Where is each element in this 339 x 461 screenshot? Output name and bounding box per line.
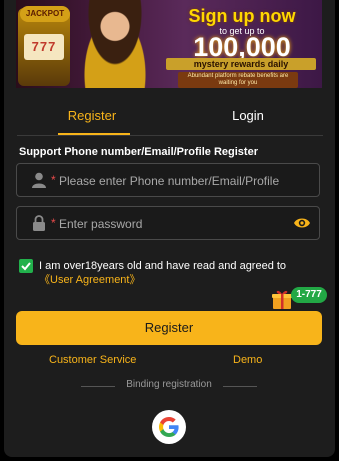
google-icon: [159, 417, 179, 437]
customer-service-link[interactable]: Customer Service: [49, 354, 136, 366]
slot-reel-symbols: 777: [24, 34, 64, 60]
banner-fine-print: Abundant platform rebate benefits are wa…: [178, 72, 298, 88]
password-field[interactable]: *: [16, 206, 320, 240]
jackpot-label: JACKPOT: [20, 6, 70, 22]
register-modal: 777 JACKPOT Sign up now to get up to 100…: [4, 0, 335, 457]
register-button[interactable]: Register: [16, 311, 322, 345]
binding-registration-divider: Binding registration: [4, 379, 335, 393]
agreement-text: I am over18years old and have read and a…: [39, 259, 321, 287]
google-login-button[interactable]: [152, 410, 186, 444]
divider-line-right: [223, 386, 257, 387]
binding-registration-label: Binding registration: [126, 379, 212, 390]
banner-character-image: [76, 0, 154, 88]
agreement-statement: I am over18years old and have read and a…: [39, 260, 287, 272]
form-title: Support Phone number/Email/Profile Regis…: [19, 146, 258, 158]
required-mark: *: [51, 216, 56, 230]
eye-icon[interactable]: [293, 215, 311, 231]
lock-icon: [32, 215, 46, 231]
auth-tabs: Register Login: [4, 98, 335, 136]
banner-headline: Sign up now: [188, 6, 296, 26]
tab-register[interactable]: Register: [52, 98, 132, 134]
user-agreement-link[interactable]: 《User Agreement》: [39, 274, 140, 286]
banner-mystery-rewards: mystery rewards daily: [166, 58, 316, 70]
promo-badge: 1-777: [291, 287, 327, 303]
required-mark: *: [51, 173, 56, 187]
phone-field[interactable]: *: [16, 163, 320, 197]
phone-email-input[interactable]: [57, 170, 301, 192]
divider-line-left: [81, 386, 115, 387]
gift-icon[interactable]: [271, 288, 293, 310]
user-icon: [32, 172, 46, 188]
tab-login[interactable]: Login: [208, 98, 288, 134]
agreement-checkbox[interactable]: [19, 259, 33, 273]
promo-banner[interactable]: 777 JACKPOT Sign up now to get up to 100…: [16, 0, 322, 88]
tabs-divider: [17, 135, 323, 136]
password-input[interactable]: [57, 213, 301, 235]
demo-link[interactable]: Demo: [233, 354, 262, 366]
